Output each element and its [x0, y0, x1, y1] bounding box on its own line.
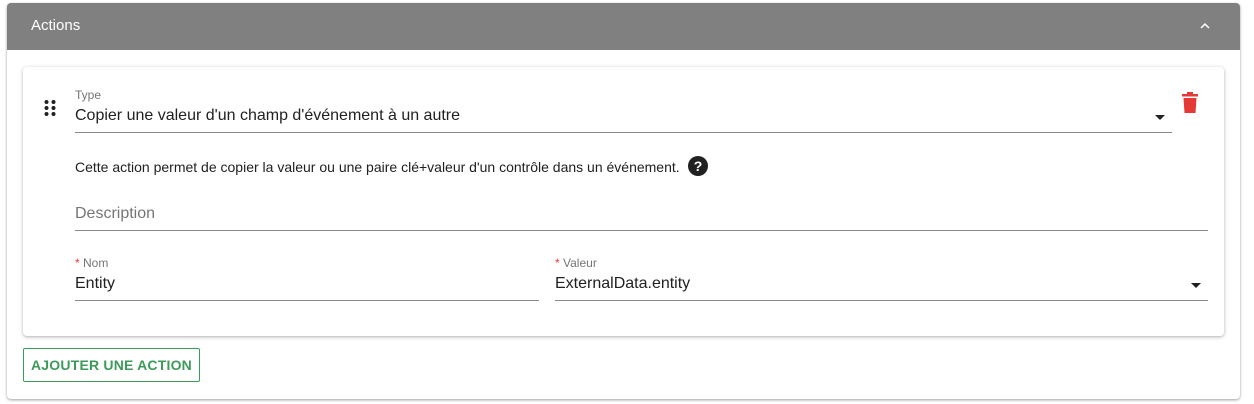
action-card: Type Copier une valeur d'un champ d'évén…: [23, 67, 1224, 336]
trash-icon[interactable]: [1181, 92, 1199, 114]
valeur-required-mark: *: [555, 256, 560, 270]
valeur-label: * Valeur: [555, 256, 597, 270]
nom-required-mark: *: [75, 256, 80, 270]
type-dropdown-arrow-icon[interactable]: [1155, 115, 1165, 120]
panel-title: Actions: [31, 17, 81, 34]
description-placeholder[interactable]: Description: [75, 205, 155, 223]
add-action-button[interactable]: AJOUTER UNE ACTION: [23, 348, 200, 382]
type-value[interactable]: Copier une valeur d'un champ d'événement…: [75, 107, 460, 125]
valeur-label-text: Valeur: [563, 256, 597, 270]
valeur-dropdown-arrow-icon[interactable]: [1191, 283, 1201, 288]
type-underline: [75, 132, 1172, 133]
actions-panel: Actions Type Copier une valeur d'un cham…: [7, 3, 1240, 399]
question-circle-icon[interactable]: ?: [688, 156, 708, 176]
chevron-up-icon[interactable]: [1196, 17, 1214, 35]
actions-panel-header[interactable]: Actions: [7, 3, 1240, 50]
type-label: Type: [75, 88, 102, 102]
nom-label-text: Nom: [83, 256, 109, 270]
nom-label: * Nom: [75, 256, 108, 270]
description-underline: [75, 230, 1208, 231]
svg-text:?: ?: [694, 158, 703, 174]
drag-handle-icon[interactable]: [43, 99, 57, 117]
valeur-underline: [555, 300, 1208, 301]
valeur-value[interactable]: ExternalData.entity: [555, 275, 690, 293]
action-help-text: Cette action permet de copier la valeur …: [75, 159, 680, 175]
nom-value[interactable]: Entity: [75, 275, 115, 293]
nom-underline: [75, 300, 539, 301]
